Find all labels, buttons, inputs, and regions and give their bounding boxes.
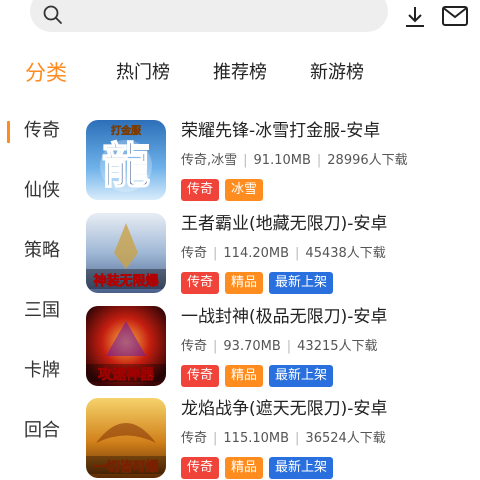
thumb-art-text: 攻速神器 xyxy=(98,366,155,383)
game-title: 王者霸业(地藏无限刀)-安卓 xyxy=(181,214,388,234)
game-size: 91.10MB xyxy=(253,153,311,168)
game-genre: 传奇 xyxy=(181,339,208,354)
sidebar-item-label: 回合 xyxy=(24,420,60,441)
tab-new[interactable]: 新游榜 xyxy=(310,55,364,91)
tag-row: 传奇 精品 最新上架 xyxy=(181,365,334,387)
tag-row: 传奇 精品 最新上架 xyxy=(181,272,334,294)
divider: | xyxy=(213,339,218,354)
game-item[interactable]: 攻速神器 一战封神(极品无限刀)-安卓 传奇 | 93.70MB | 43215人下载 … xyxy=(86,306,480,390)
game-meta: 传奇 | 93.70MB | 43215人下载 xyxy=(181,338,378,356)
game-item[interactable]: 龍 打金服 荣耀先锋-冰雪打金服-安卓 传奇,冰雪 | 91.10MB | 28996人… xyxy=(86,120,480,204)
sidebar-item-celue[interactable]: 策略 xyxy=(0,231,84,271)
game-thumbnail: 攻速神器 xyxy=(86,306,166,386)
tag-badge: 最新上架 xyxy=(269,272,334,294)
game-size: 114.20MB xyxy=(223,246,290,261)
divider: | xyxy=(295,246,300,261)
active-indicator xyxy=(7,121,10,143)
game-meta: 传奇 | 115.10MB | 36524人下载 xyxy=(181,430,386,448)
game-item[interactable]: 神装无限爆 王者霸业(地藏无限刀)-安卓 传奇 | 114.20MB | 45438人下… xyxy=(86,213,480,297)
game-title: 龙焰战争(遮天无限刀)-安卓 xyxy=(181,399,388,419)
thumb-art-text: 神装无限爆 xyxy=(93,273,159,289)
download-icon[interactable] xyxy=(403,5,427,29)
search-icon xyxy=(43,5,62,24)
sidebar-item-label: 三国 xyxy=(24,300,60,321)
tag-row: 传奇 精品 最新上架 xyxy=(181,457,334,479)
game-size: 93.70MB xyxy=(223,339,281,354)
game-size: 115.10MB xyxy=(223,431,290,446)
thumb-art-text: 龍 xyxy=(102,138,150,194)
game-thumbnail: 一切皆可爆 xyxy=(86,398,166,478)
category-tabs: 分类 热门榜 推荐榜 新游榜 xyxy=(0,55,480,91)
divider: | xyxy=(286,339,292,354)
game-thumbnail: 神装无限爆 xyxy=(86,213,166,293)
game-meta: 传奇,冰雪 | 91.10MB | 28996人下载 xyxy=(181,152,408,170)
sidebar-item-label: 策略 xyxy=(24,240,60,261)
sidebar-item-xianxia[interactable]: 仙侠 xyxy=(0,171,84,211)
tag-badge: 传奇 xyxy=(181,179,220,201)
game-title: 一战封神(极品无限刀)-安卓 xyxy=(181,307,388,327)
tag-badge: 精品 xyxy=(225,365,264,387)
tag-badge: 传奇 xyxy=(181,365,220,387)
game-genre: 传奇 xyxy=(181,246,208,261)
game-downloads: 45438人下载 xyxy=(305,246,386,261)
tab-recommend[interactable]: 推荐榜 xyxy=(213,55,267,91)
game-downloads: 36524人下载 xyxy=(305,431,386,446)
top-bar xyxy=(0,0,480,44)
tag-badge: 传奇 xyxy=(181,457,220,479)
game-genre: 传奇,冰雪 xyxy=(181,153,238,168)
game-meta: 传奇 | 114.20MB | 45438人下载 xyxy=(181,245,386,263)
tag-badge: 传奇 xyxy=(181,272,220,294)
tag-badge: 最新上架 xyxy=(269,365,334,387)
sidebar-item-label: 传奇 xyxy=(24,120,60,141)
tag-badge: 最新上架 xyxy=(269,457,334,479)
tab-category[interactable]: 分类 xyxy=(25,55,67,91)
sidebar-item-sanguo[interactable]: 三国 xyxy=(0,291,84,331)
divider: | xyxy=(316,153,322,168)
game-thumbnail: 龍 打金服 xyxy=(86,120,166,200)
sidebar-item-huihe[interactable]: 回合 xyxy=(0,411,84,451)
game-title: 荣耀先锋-冰雪打金服-安卓 xyxy=(181,121,381,141)
divider: | xyxy=(213,246,218,261)
game-genre: 传奇 xyxy=(181,431,208,446)
tag-badge: 精品 xyxy=(225,457,264,479)
tab-hot[interactable]: 热门榜 xyxy=(116,55,170,91)
mail-icon[interactable] xyxy=(442,6,468,26)
sidebar-item-chuanqi[interactable]: 传奇 xyxy=(0,111,84,151)
game-item[interactable]: 一切皆可爆 龙焰战争(遮天无限刀)-安卓 传奇 | 115.10MB | 36524人下… xyxy=(86,398,480,480)
sidebar-item-kapai[interactable]: 卡牌 xyxy=(0,351,84,391)
thumb-art-text: 一切皆可爆 xyxy=(93,459,159,475)
sidebar-item-label: 仙侠 xyxy=(24,180,60,201)
divider: | xyxy=(213,431,218,446)
divider: | xyxy=(295,431,300,446)
game-downloads: 43215人下载 xyxy=(297,339,378,354)
divider: | xyxy=(243,153,248,168)
thumb-art-subtext: 打金服 xyxy=(111,124,142,137)
search-bar[interactable] xyxy=(30,0,388,32)
sidebar-item-label: 卡牌 xyxy=(24,360,60,381)
game-downloads: 28996人下载 xyxy=(327,153,408,168)
tag-badge: 精品 xyxy=(225,272,264,294)
tag-row: 传奇 冰雪 xyxy=(181,179,264,201)
tag-badge: 冰雪 xyxy=(225,179,264,201)
